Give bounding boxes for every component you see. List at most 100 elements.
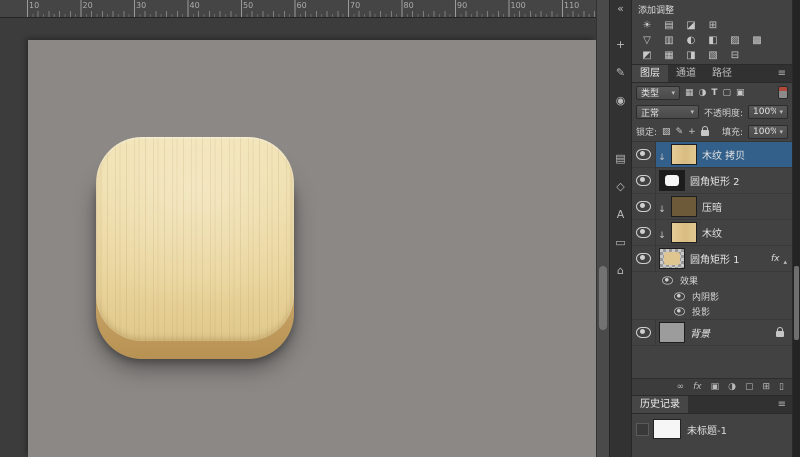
scrollbar-thumb[interactable]	[599, 266, 607, 330]
eraser-tool[interactable]: ◇	[610, 180, 631, 194]
threshold-icon[interactable]: ◨	[684, 49, 698, 61]
dock-scrollbar-thumb[interactable]	[794, 266, 799, 340]
layer-thumbnail[interactable]	[659, 322, 685, 343]
new-layer-icon[interactable]: ⊞	[763, 379, 771, 395]
adjustment-layer-icon[interactable]: ◑	[728, 379, 736, 395]
delete-layer-icon[interactable]: ▯	[779, 379, 784, 395]
layer-style-icon[interactable]: fx	[693, 379, 702, 395]
layer-row-background[interactable]: 背景	[632, 320, 792, 346]
inner-shadow-row[interactable]: 内阴影	[632, 288, 792, 304]
adjustments-panel: 添加调整 ☀ ▤ ◪ ⊞ ▽ ▥ ◐ ◧ ▨ ▩ ◩ ▦ ◨ ▧ ⊟	[632, 0, 792, 64]
blend-mode-row: 正常 不透明度: 100%	[632, 102, 792, 122]
layer-row-rounded-rect-1[interactable]: 圆角矩形 1 fx	[632, 246, 792, 272]
effects-row[interactable]: 效果	[632, 272, 792, 288]
adjustments-row-3: ◩ ▦ ◨ ▧ ⊟	[638, 49, 786, 61]
selective-color-icon[interactable]: ⊟	[728, 49, 742, 61]
link-layers-icon[interactable]: ∞	[677, 379, 685, 395]
tab-channels[interactable]: 通道	[668, 65, 704, 82]
tab-layers[interactable]: 图层	[632, 65, 668, 82]
hue-saturation-icon[interactable]: ▥	[662, 34, 676, 46]
history-item[interactable]: 未标题-1	[632, 419, 792, 439]
layers-panel-tabs: 图层 通道 路径 ≡	[632, 64, 792, 83]
ruler-number: 60	[297, 1, 351, 10]
opacity-value[interactable]: 100%	[748, 105, 788, 119]
ruler-number: 70	[350, 1, 404, 10]
layer-row-wood-grain[interactable]: 木纹	[632, 220, 792, 246]
layer-thumbnail[interactable]	[659, 170, 685, 191]
visibility-toggle[interactable]	[632, 220, 656, 245]
layer-thumbnail[interactable]	[659, 248, 685, 269]
lock-transparency-icon[interactable]: ▨	[662, 127, 671, 137]
visibility-toggle[interactable]	[632, 246, 656, 271]
drop-shadow-row[interactable]: 投影	[632, 304, 792, 320]
gradient-map-icon[interactable]: ▧	[706, 49, 720, 61]
shape-tool[interactable]: ▭	[610, 236, 631, 250]
layer-filter-row: 类型 ▦ ◑ T ▢ ▣	[632, 83, 792, 102]
blend-mode-dropdown[interactable]: 正常	[636, 105, 699, 119]
layer-row-rounded-rect-2[interactable]: 圆角矩形 2	[632, 168, 792, 194]
invert-icon[interactable]: ◩	[640, 49, 654, 61]
filter-smartobject-icon[interactable]: ▣	[736, 88, 745, 98]
dock-scrollbar[interactable]	[793, 0, 800, 457]
eye-icon[interactable]	[674, 308, 685, 316]
clone-stamp-tool[interactable]: ▤	[610, 152, 631, 166]
eye-icon[interactable]	[674, 292, 685, 300]
lock-all-icon[interactable]	[701, 130, 709, 136]
posterize-icon[interactable]: ▦	[662, 49, 676, 61]
layers-bottom-bar: ∞ fx ▣ ◑ ▢ ⊞ ▯	[632, 378, 792, 395]
black-white-icon[interactable]: ◧	[706, 34, 720, 46]
filter-toggle-icon[interactable]	[778, 86, 788, 99]
layer-row-darken[interactable]: 压暗	[632, 194, 792, 220]
collapse-dock-icon[interactable]: «	[610, 2, 631, 16]
layer-name: 木纹 拷贝	[702, 147, 745, 162]
filter-type-dropdown[interactable]: 类型	[636, 86, 680, 100]
fx-badge[interactable]: fx	[771, 254, 780, 264]
clip-arrow-icon	[656, 223, 668, 242]
opacity-label: 不透明度:	[704, 106, 743, 119]
levels-icon[interactable]: ▤	[662, 19, 676, 31]
eye-icon[interactable]	[662, 276, 673, 284]
filter-adjustment-icon[interactable]: ◑	[699, 88, 707, 98]
layer-thumbnail[interactable]	[671, 196, 697, 217]
text-tool[interactable]: A	[610, 208, 631, 222]
history-menu-icon[interactable]: ≡	[772, 396, 792, 413]
layer-group-icon[interactable]: ▢	[745, 379, 754, 395]
tab-history[interactable]: 历史记录	[632, 396, 688, 413]
fill-value[interactable]: 100%	[748, 125, 788, 139]
tab-paths[interactable]: 路径	[704, 65, 740, 82]
ruler-number: 100	[511, 1, 565, 10]
history-source-box[interactable]	[636, 423, 649, 436]
panel-menu-icon[interactable]: ≡	[772, 65, 792, 82]
brightness-contrast-icon[interactable]: ☀	[640, 19, 654, 31]
visibility-toggle[interactable]	[632, 320, 656, 345]
filter-pixel-icon[interactable]: ▦	[685, 88, 694, 98]
layer-thumbnail[interactable]	[671, 144, 697, 165]
visibility-toggle[interactable]	[632, 168, 656, 193]
move-tool[interactable]: +	[610, 38, 631, 52]
color-balance-icon[interactable]: ◐	[684, 34, 698, 46]
exposure-icon[interactable]: ⊞	[706, 19, 720, 31]
layer-thumbnail[interactable]	[671, 222, 697, 243]
lock-pixels-icon[interactable]: ✎	[676, 127, 684, 137]
filter-type-icon[interactable]: T	[711, 88, 717, 98]
visibility-toggle[interactable]	[632, 194, 656, 219]
photo-filter-icon[interactable]: ▨	[728, 34, 742, 46]
eyedropper-tool[interactable]: ✎	[610, 66, 631, 80]
hand-tool[interactable]: ⌂	[610, 264, 631, 278]
eye-icon	[636, 175, 651, 186]
filter-shape-icon[interactable]: ▢	[723, 88, 732, 98]
horizontal-ruler[interactable]: 10 20 30 40 50 60 70 80 90 100 110	[0, 0, 596, 18]
curves-icon[interactable]: ◪	[684, 19, 698, 31]
layer-name: 木纹	[702, 225, 722, 240]
effect-name: 投影	[692, 305, 710, 318]
canvas-document[interactable]	[28, 40, 596, 457]
layer-mask-icon[interactable]: ▣	[711, 379, 720, 395]
canvas-vertical-scrollbar[interactable]	[596, 0, 610, 457]
lock-position-icon[interactable]: +	[688, 127, 696, 137]
layer-row-wood-grain-copy[interactable]: 木纹 拷贝	[632, 142, 792, 168]
visibility-toggle[interactable]	[632, 142, 656, 167]
vibrance-icon[interactable]: ▽	[640, 34, 654, 46]
brush-tool[interactable]: ◉	[610, 94, 631, 108]
channel-mixer-icon[interactable]: ▩	[750, 34, 764, 46]
collapse-effects-icon[interactable]	[783, 249, 787, 268]
